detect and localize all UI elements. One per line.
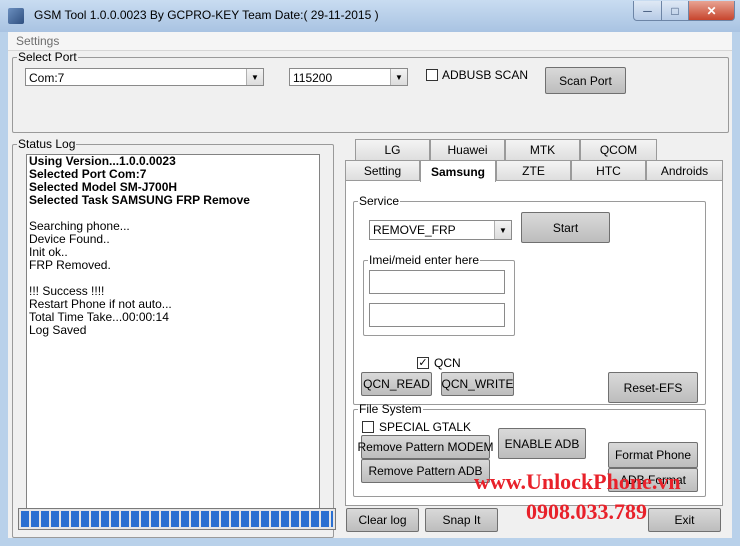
imei-field-2[interactable] <box>369 303 505 327</box>
service-legend: Service <box>359 194 400 208</box>
format-phone-button[interactable]: Format Phone <box>608 442 698 468</box>
reset-efs-button[interactable]: Reset-EFS <box>608 372 698 403</box>
baud-value: 115200 <box>293 71 333 85</box>
maximize-icon: □ <box>671 3 679 18</box>
progress-fill <box>21 511 333 527</box>
status-log-legend: Status Log <box>18 137 76 151</box>
check-icon: ✓ <box>418 357 428 369</box>
tab-setting[interactable]: Setting <box>345 160 420 180</box>
qcn-checkbox[interactable]: ✓ <box>417 357 429 369</box>
task-value: REMOVE_FRP <box>373 223 456 237</box>
chevron-down-icon: ▼ <box>246 69 263 85</box>
close-icon: ✕ <box>706 3 717 18</box>
baud-combo[interactable]: 115200 ▼ <box>289 68 408 86</box>
remove-pattern-modem-button[interactable]: Remove Pattern MODEM <box>357 435 494 459</box>
snap-it-button[interactable]: Snap It <box>425 508 498 532</box>
chevron-down-icon: ▼ <box>390 69 407 85</box>
title-bar[interactable]: GSM Tool 1.0.0.0023 By GCPRO-KEY Team Da… <box>0 0 740 32</box>
imei-legend: Imei/meid enter here <box>369 253 480 267</box>
watermark-phone: 0908.033.789 <box>526 499 647 524</box>
task-combo[interactable]: REMOVE_FRP ▼ <box>369 220 512 240</box>
chevron-down-icon: ▼ <box>494 221 511 239</box>
scan-port-button[interactable]: Scan Port <box>545 67 626 94</box>
window-title: GSM Tool 1.0.0.0023 By GCPRO-KEY Team Da… <box>34 8 379 22</box>
app-window: GSM Tool 1.0.0.0023 By GCPRO-KEY Team Da… <box>0 0 740 546</box>
log-line: Selected Task SAMSUNG FRP Remove <box>29 193 250 207</box>
remove-pattern-adb-button[interactable]: Remove Pattern ADB <box>361 459 490 483</box>
tab-huawei[interactable]: Huawei <box>430 139 505 160</box>
log-line: Log Saved <box>29 323 87 337</box>
port-value: Com:7 <box>29 71 65 85</box>
log-line: FRP Removed. <box>29 258 111 272</box>
tab-samsung[interactable]: Samsung <box>420 160 496 182</box>
port-combo[interactable]: Com:7 ▼ <box>25 68 264 86</box>
maximize-button[interactable]: □ <box>661 1 689 21</box>
file-system-legend: File System <box>359 402 422 416</box>
adbusb-label: ADBUSB SCAN <box>442 68 529 82</box>
tab-lg[interactable]: LG <box>355 139 430 160</box>
tab-htc[interactable]: HTC <box>571 160 646 180</box>
tab-qcom[interactable]: QCOM <box>580 139 657 160</box>
app-icon <box>8 8 24 24</box>
enable-adb-button[interactable]: ENABLE ADB <box>498 428 586 459</box>
exit-button[interactable]: Exit <box>648 508 721 532</box>
progress-bar <box>18 508 336 530</box>
tab-zte[interactable]: ZTE <box>496 160 571 180</box>
tab-mtk[interactable]: MTK <box>505 139 580 160</box>
special-gtalk-checkbox[interactable] <box>362 421 374 433</box>
clear-log-button[interactable]: Clear log <box>346 508 419 532</box>
tab-androids[interactable]: Androids <box>646 160 723 180</box>
menu-settings[interactable]: Settings <box>16 34 59 48</box>
qcn-label: QCN <box>434 356 461 370</box>
minimize-icon: ─ <box>643 3 652 18</box>
watermark-site: www.UnlockPhone.vn <box>474 469 681 494</box>
select-port-legend: Select Port <box>18 50 77 64</box>
adbusb-checkbox[interactable] <box>426 69 438 81</box>
client-area: Settings Select Port Com:7 ▼ 115200 ▼ AD… <box>8 32 732 538</box>
menu-bar: Settings <box>8 32 732 51</box>
qcn-write-button[interactable]: QCN_WRITE <box>441 372 514 396</box>
log-line: Device Found.. <box>29 232 110 246</box>
log-lines: Using Version...1.0.0.0023 Selected Port … <box>27 155 319 337</box>
imei-field-1[interactable] <box>369 270 505 294</box>
status-log-box[interactable]: Using Version...1.0.0.0023 Selected Port … <box>26 154 320 529</box>
special-gtalk-label: SPECIAL GTALK <box>379 420 472 434</box>
minimize-button[interactable]: ─ <box>633 1 662 21</box>
start-button[interactable]: Start <box>521 212 610 243</box>
qcn-read-button[interactable]: QCN_READ <box>361 372 432 396</box>
close-button[interactable]: ✕ <box>688 1 735 21</box>
